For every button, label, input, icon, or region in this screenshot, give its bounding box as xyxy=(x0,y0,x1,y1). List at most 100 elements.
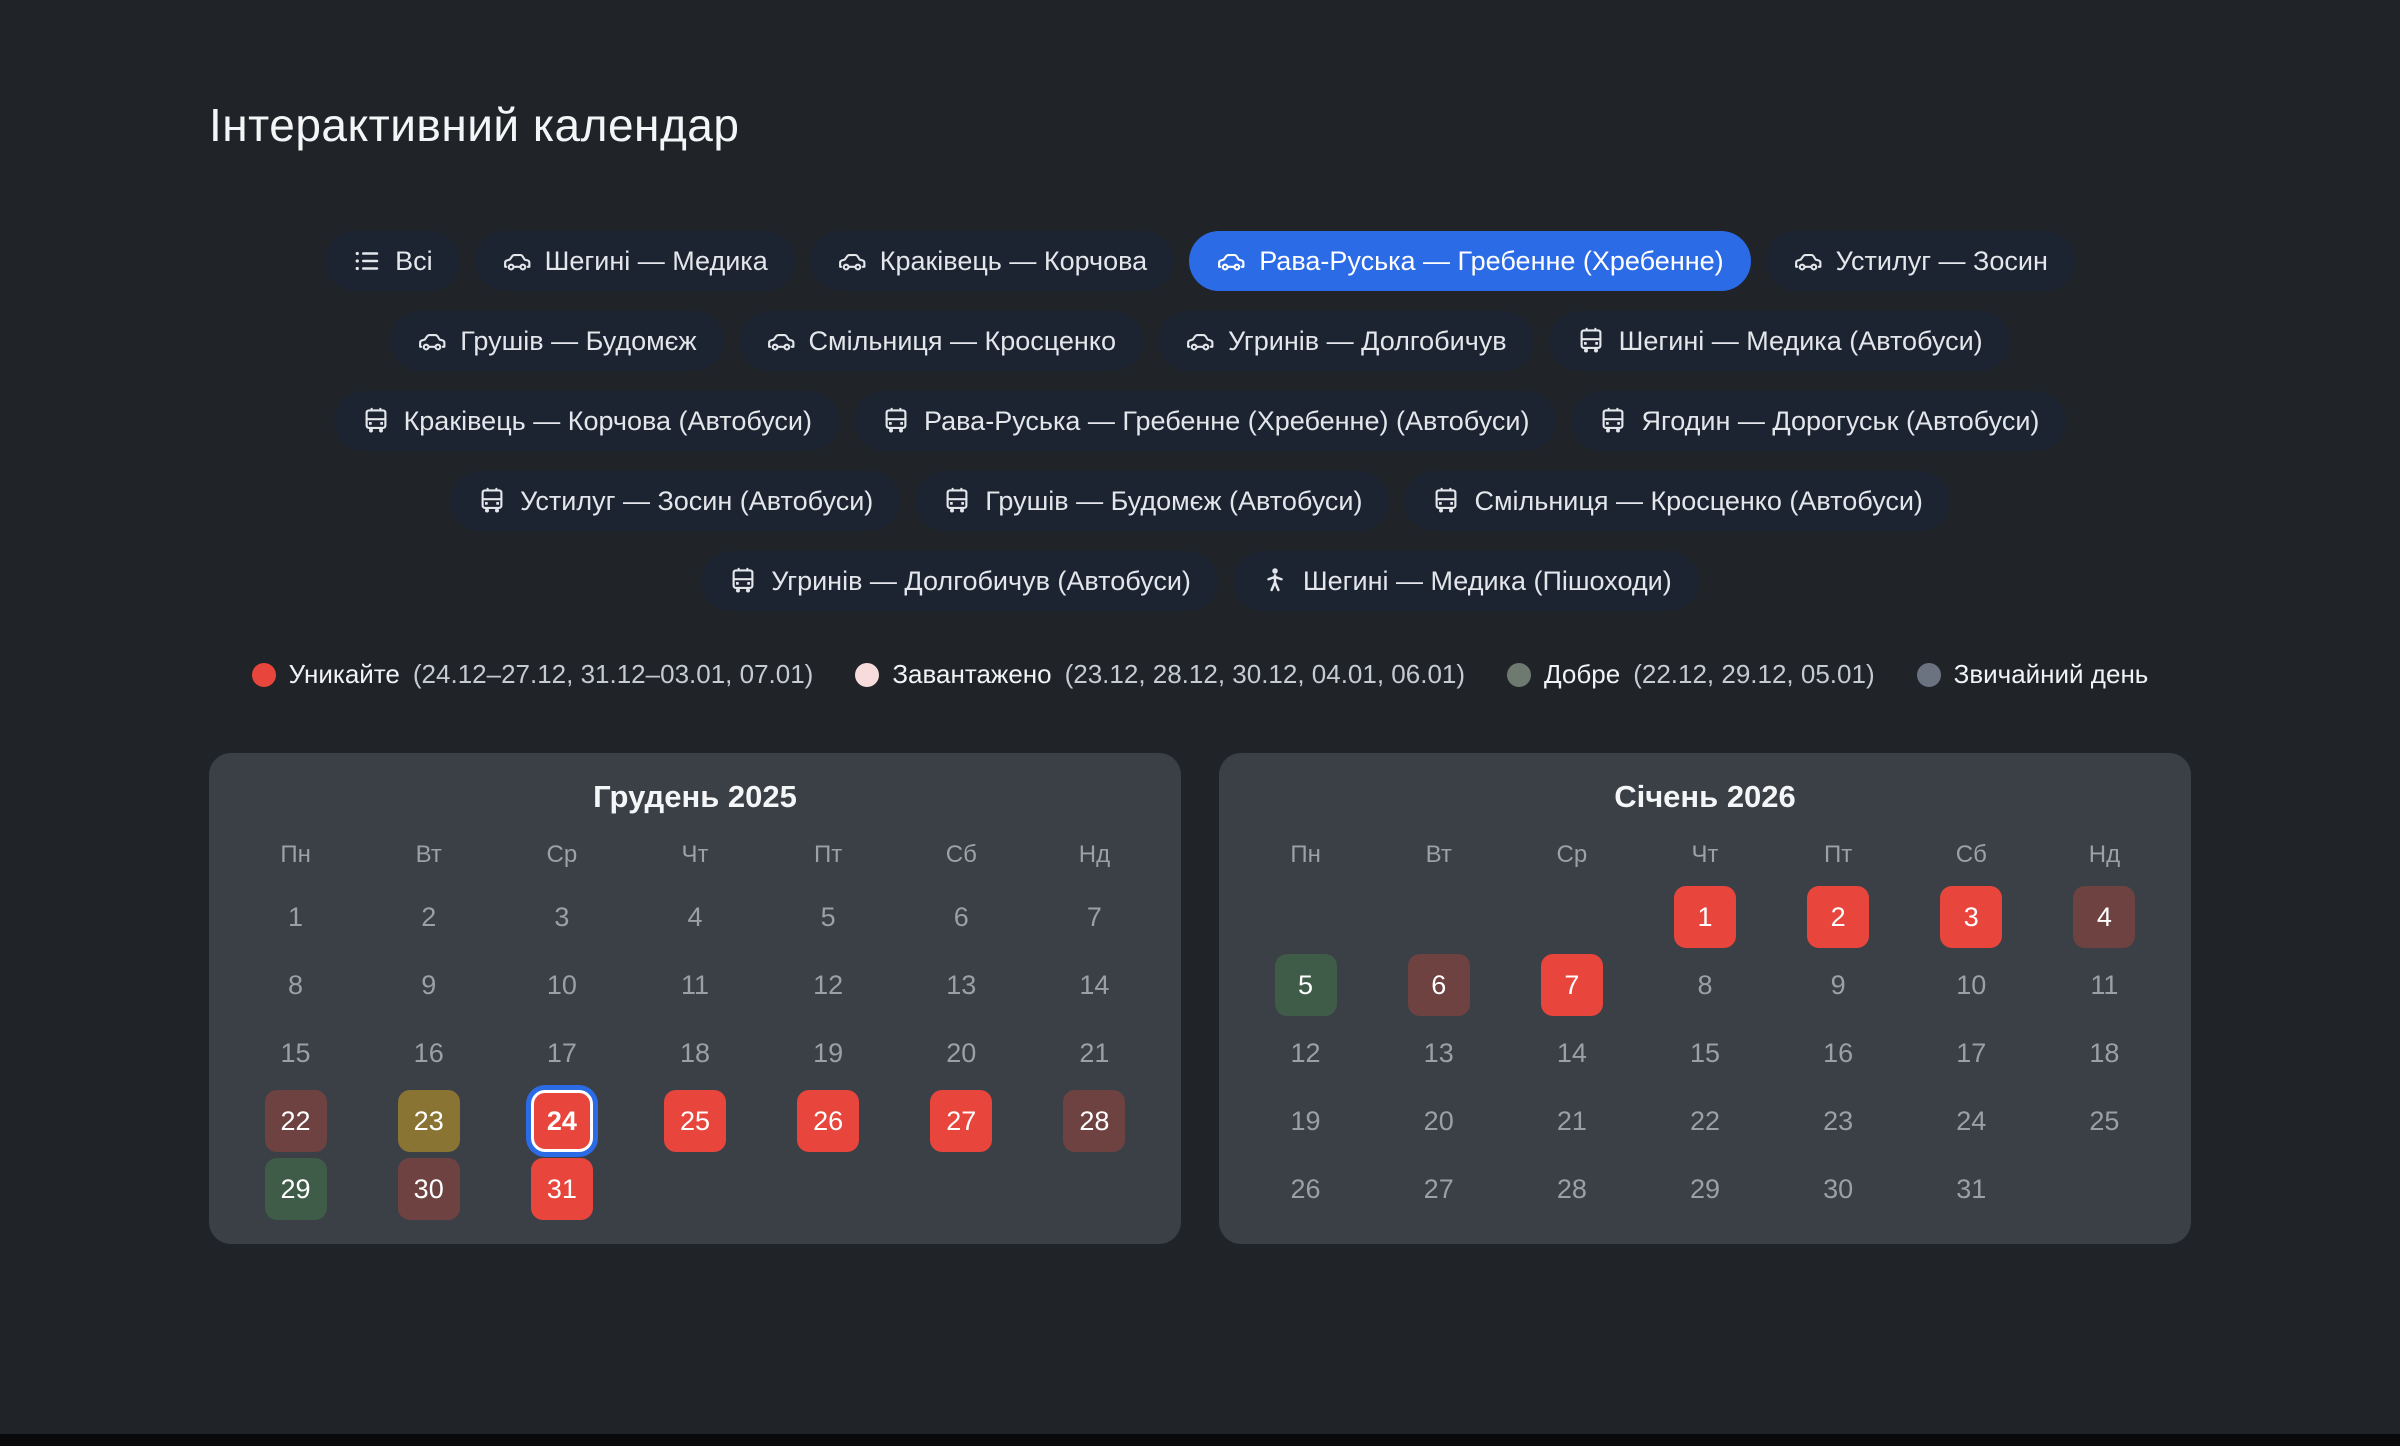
day-cell[interactable]: 29 xyxy=(1674,1158,1736,1220)
day-cell[interactable]: 16 xyxy=(398,1022,460,1084)
weekday-label: Ср xyxy=(495,843,628,867)
day-cell[interactable]: 7 xyxy=(1541,954,1603,1016)
day-cell[interactable]: 5 xyxy=(797,886,859,948)
filter-chip-smilnytsia-kroscenko[interactable]: Смільниця — Кросценко xyxy=(739,311,1143,371)
filter-chip-ustyluh-zosyn[interactable]: Устилуг — Зосин xyxy=(1766,231,2075,291)
day-cell[interactable]: 14 xyxy=(1541,1022,1603,1084)
filter-chip-uhryniv-dolhobychuv-bus[interactable]: Угринів — Долгобичув (Автобуси) xyxy=(701,551,1218,611)
day-cell[interactable]: 5 xyxy=(1275,954,1337,1016)
day-cell[interactable]: 31 xyxy=(1940,1158,2002,1220)
filter-chip-label: Ягодин — Дорогуськ (Автобуси) xyxy=(1641,406,2039,437)
filter-chip-label: Шегині — Медика xyxy=(545,246,768,277)
day-cell[interactable]: 21 xyxy=(1541,1090,1603,1152)
day-cell[interactable]: 26 xyxy=(797,1090,859,1152)
day-cell[interactable]: 16 xyxy=(1807,1022,1869,1084)
day-cell[interactable]: 18 xyxy=(664,1022,726,1084)
filter-chip-shehyni-medyka-bus[interactable]: Шегині — Медика (Автобуси) xyxy=(1549,311,2010,371)
day-cell[interactable]: 9 xyxy=(398,954,460,1016)
filter-chip-label: Рава-Руська — Гребенне (Хребенне) (Автоб… xyxy=(924,406,1529,437)
filter-chip-shehyni-medyka[interactable]: Шегині — Медика xyxy=(475,231,795,291)
day-cell[interactable]: 3 xyxy=(1940,886,2002,948)
day-cell[interactable]: 30 xyxy=(398,1158,460,1220)
filter-chip-label: Грушів — Будомєж xyxy=(460,326,696,357)
day-cell[interactable]: 13 xyxy=(930,954,992,1016)
day-cell[interactable]: 10 xyxy=(531,954,593,1016)
day-cell[interactable]: 28 xyxy=(1063,1090,1125,1152)
day-cell[interactable]: 17 xyxy=(531,1022,593,1084)
filter-chip-all[interactable]: Всі xyxy=(325,231,460,291)
day-cell[interactable]: 8 xyxy=(265,954,327,1016)
filter-chip-rava-ruska-hrebenne-bus[interactable]: Рава-Руська — Гребенне (Хребенне) (Автоб… xyxy=(854,391,1556,451)
day-cell[interactable]: 23 xyxy=(1807,1090,1869,1152)
day-cell[interactable]: 31 xyxy=(531,1158,593,1220)
filter-chip-shehyni-medyka-pedestrian[interactable]: Шегині — Медика (Пішоходи) xyxy=(1233,551,1699,611)
day-cell[interactable]: 20 xyxy=(930,1022,992,1084)
day-cell[interactable]: 29 xyxy=(265,1158,327,1220)
day-cell[interactable]: 27 xyxy=(1408,1158,1470,1220)
day-cell[interactable]: 18 xyxy=(2073,1022,2135,1084)
day-cell[interactable]: 4 xyxy=(664,886,726,948)
day-cell[interactable]: 1 xyxy=(265,886,327,948)
day-cell[interactable]: 4 xyxy=(2073,886,2135,948)
filter-chip-uhryniv-dolhobychuv[interactable]: Угринів — Долгобичув xyxy=(1158,311,1534,371)
day-cell[interactable]: 2 xyxy=(1807,886,1869,948)
filter-row-5: Угринів — Долгобичув (Автобуси) Шегині —… xyxy=(209,551,2191,611)
day-cell[interactable]: 9 xyxy=(1807,954,1869,1016)
day-cell-today[interactable]: 24 xyxy=(531,1090,593,1152)
filter-row-1: Всі Шегині — Медика Краківець — Корчова … xyxy=(209,231,2191,291)
day-cell[interactable]: 1 xyxy=(1674,886,1736,948)
day-cell[interactable]: 23 xyxy=(398,1090,460,1152)
day-cell[interactable]: 11 xyxy=(664,954,726,1016)
day-cell[interactable]: 12 xyxy=(797,954,859,1016)
legend-dates: (23.12, 28.12, 30.12, 04.01, 06.01) xyxy=(1065,659,1465,690)
filter-chip-krakivets-korchova-bus[interactable]: Краківець — Корчова (Автобуси) xyxy=(334,391,839,451)
day-cell[interactable]: 19 xyxy=(1275,1090,1337,1152)
day-cell[interactable]: 6 xyxy=(1408,954,1470,1016)
filter-chip-hrushiv-budomezh[interactable]: Грушів — Будомєж xyxy=(390,311,723,371)
car-icon xyxy=(1185,326,1215,356)
filter-chip-ustyluh-zosyn-bus[interactable]: Устилуг — Зосин (Автобуси) xyxy=(450,471,900,531)
day-cell[interactable]: 21 xyxy=(1063,1022,1125,1084)
filter-chip-label: Смільниця — Кросценко (Автобуси) xyxy=(1474,486,1922,517)
bus-icon xyxy=(477,486,507,516)
filter-chip-smilnytsia-kroscenko-bus[interactable]: Смільниця — Кросценко (Автобуси) xyxy=(1404,471,1949,531)
day-cell[interactable]: 26 xyxy=(1275,1158,1337,1220)
weekday-label: Сб xyxy=(895,843,1028,867)
day-cell[interactable]: 17 xyxy=(1940,1022,2002,1084)
day-cell[interactable]: 25 xyxy=(664,1090,726,1152)
filter-row-3: Краківець — Корчова (Автобуси) Рава-Русь… xyxy=(209,391,2191,451)
day-cell[interactable]: 28 xyxy=(1541,1158,1603,1220)
weekday-label: Вт xyxy=(1372,843,1505,867)
weekday-label: Пт xyxy=(1772,843,1905,867)
day-cell[interactable]: 24 xyxy=(1940,1090,2002,1152)
main-content: Інтерактивний календар Всі Шегині — Меди… xyxy=(209,98,2191,1244)
day-cell[interactable]: 3 xyxy=(531,886,593,948)
day-cell[interactable]: 22 xyxy=(1674,1090,1736,1152)
filter-chip-krakivets-korchova[interactable]: Краківець — Корчова xyxy=(810,231,1174,291)
day-cell[interactable]: 15 xyxy=(265,1022,327,1084)
bus-icon xyxy=(1576,326,1606,356)
filter-chip-yahodyn-dorohusk-bus[interactable]: Ягодин — Дорогуськ (Автобуси) xyxy=(1571,391,2066,451)
day-cell[interactable]: 15 xyxy=(1674,1022,1736,1084)
day-cell[interactable]: 30 xyxy=(1807,1158,1869,1220)
day-cell[interactable]: 10 xyxy=(1940,954,2002,1016)
calendar-card-december: Грудень 2025 Пн Вт Ср Чт Пт Сб Нд 1 2 3 … xyxy=(209,753,1181,1244)
day-cell[interactable]: 19 xyxy=(797,1022,859,1084)
day-cell[interactable]: 2 xyxy=(398,886,460,948)
weekday-label: Ср xyxy=(1505,843,1638,867)
day-cell[interactable]: 8 xyxy=(1674,954,1736,1016)
filter-chip-rava-ruska-hrebenne[interactable]: Рава-Руська — Гребенне (Хребенне) xyxy=(1189,231,1750,291)
day-cell[interactable]: 7 xyxy=(1063,886,1125,948)
day-cell[interactable]: 11 xyxy=(2073,954,2135,1016)
filter-chip-hrushiv-budomezh-bus[interactable]: Грушів — Будомєж (Автобуси) xyxy=(915,471,1389,531)
day-cell[interactable]: 22 xyxy=(265,1090,327,1152)
day-cell[interactable]: 12 xyxy=(1275,1022,1337,1084)
day-cell[interactable]: 27 xyxy=(930,1090,992,1152)
day-cell[interactable]: 14 xyxy=(1063,954,1125,1016)
filter-chips: Всі Шегині — Медика Краківець — Корчова … xyxy=(209,231,2191,611)
day-cell[interactable]: 13 xyxy=(1408,1022,1470,1084)
day-cell[interactable]: 6 xyxy=(930,886,992,948)
day-cell[interactable]: 25 xyxy=(2073,1090,2135,1152)
day-cell[interactable]: 20 xyxy=(1408,1090,1470,1152)
filter-chip-label: Устилуг — Зосин xyxy=(1836,246,2048,277)
